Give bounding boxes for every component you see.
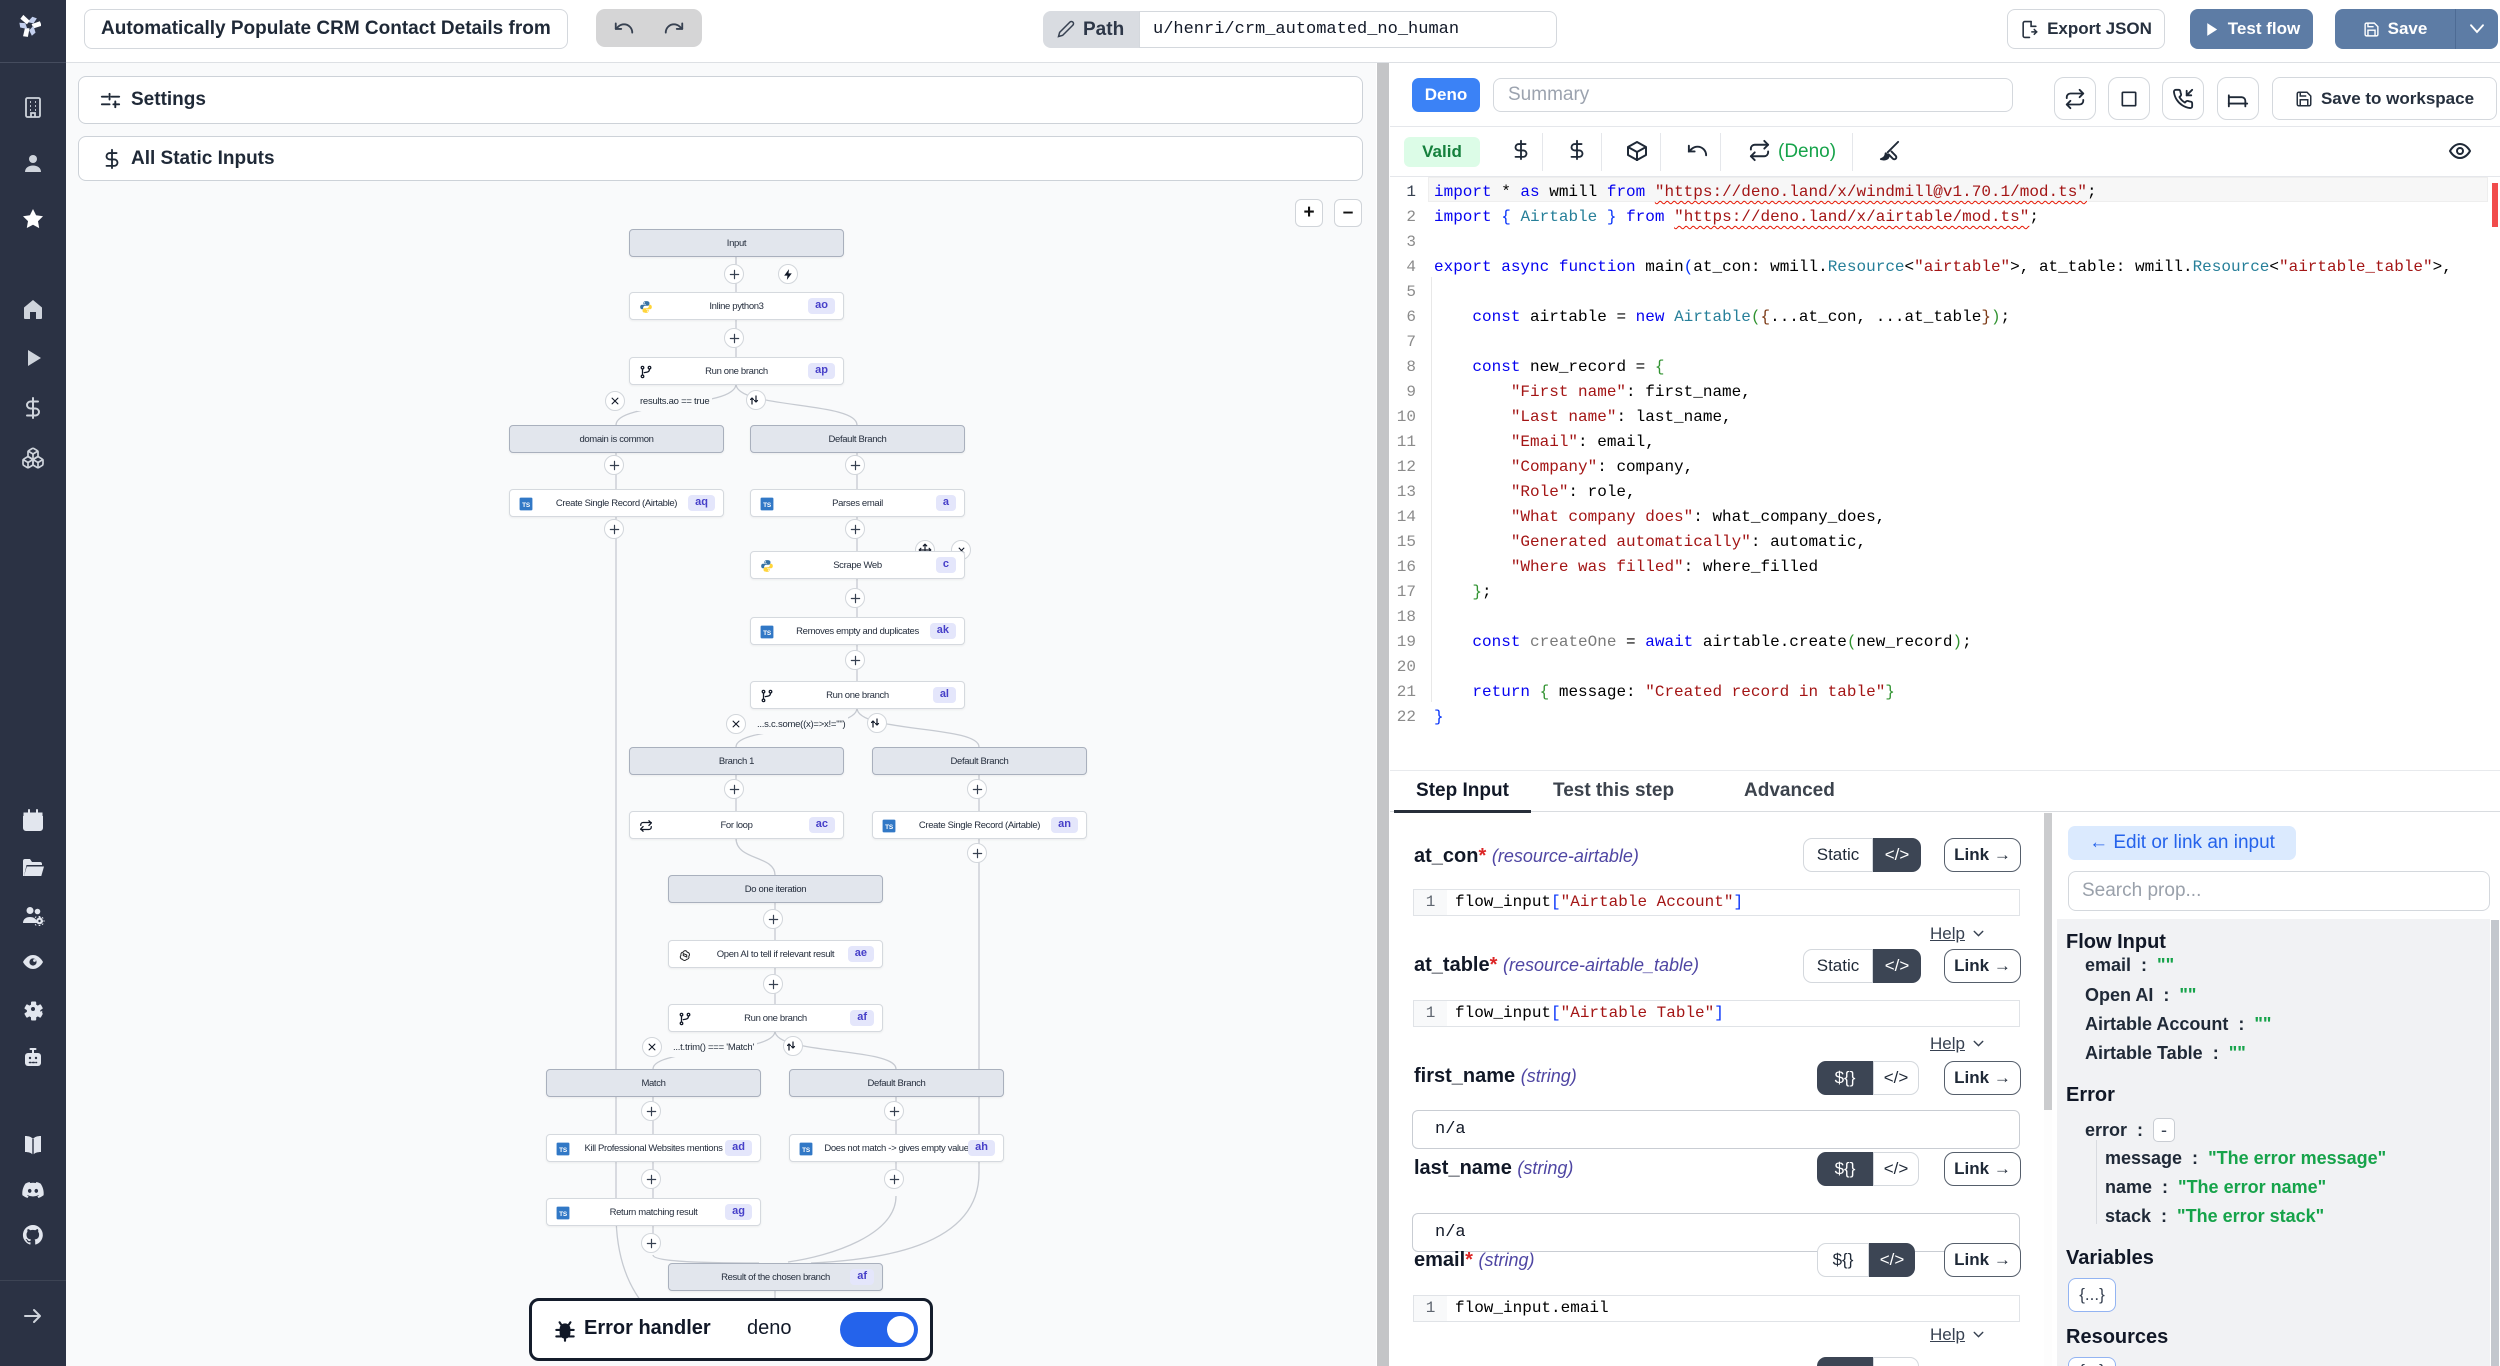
svg-text:TS: TS — [802, 1147, 811, 1154]
svg-text:TS: TS — [559, 1211, 568, 1218]
svg-text:TS: TS — [885, 824, 894, 831]
svg-text:TS: TS — [522, 502, 531, 509]
svg-text:TS: TS — [559, 1147, 568, 1154]
svg-text:TS: TS — [763, 630, 772, 637]
svg-text:TS: TS — [763, 502, 772, 509]
